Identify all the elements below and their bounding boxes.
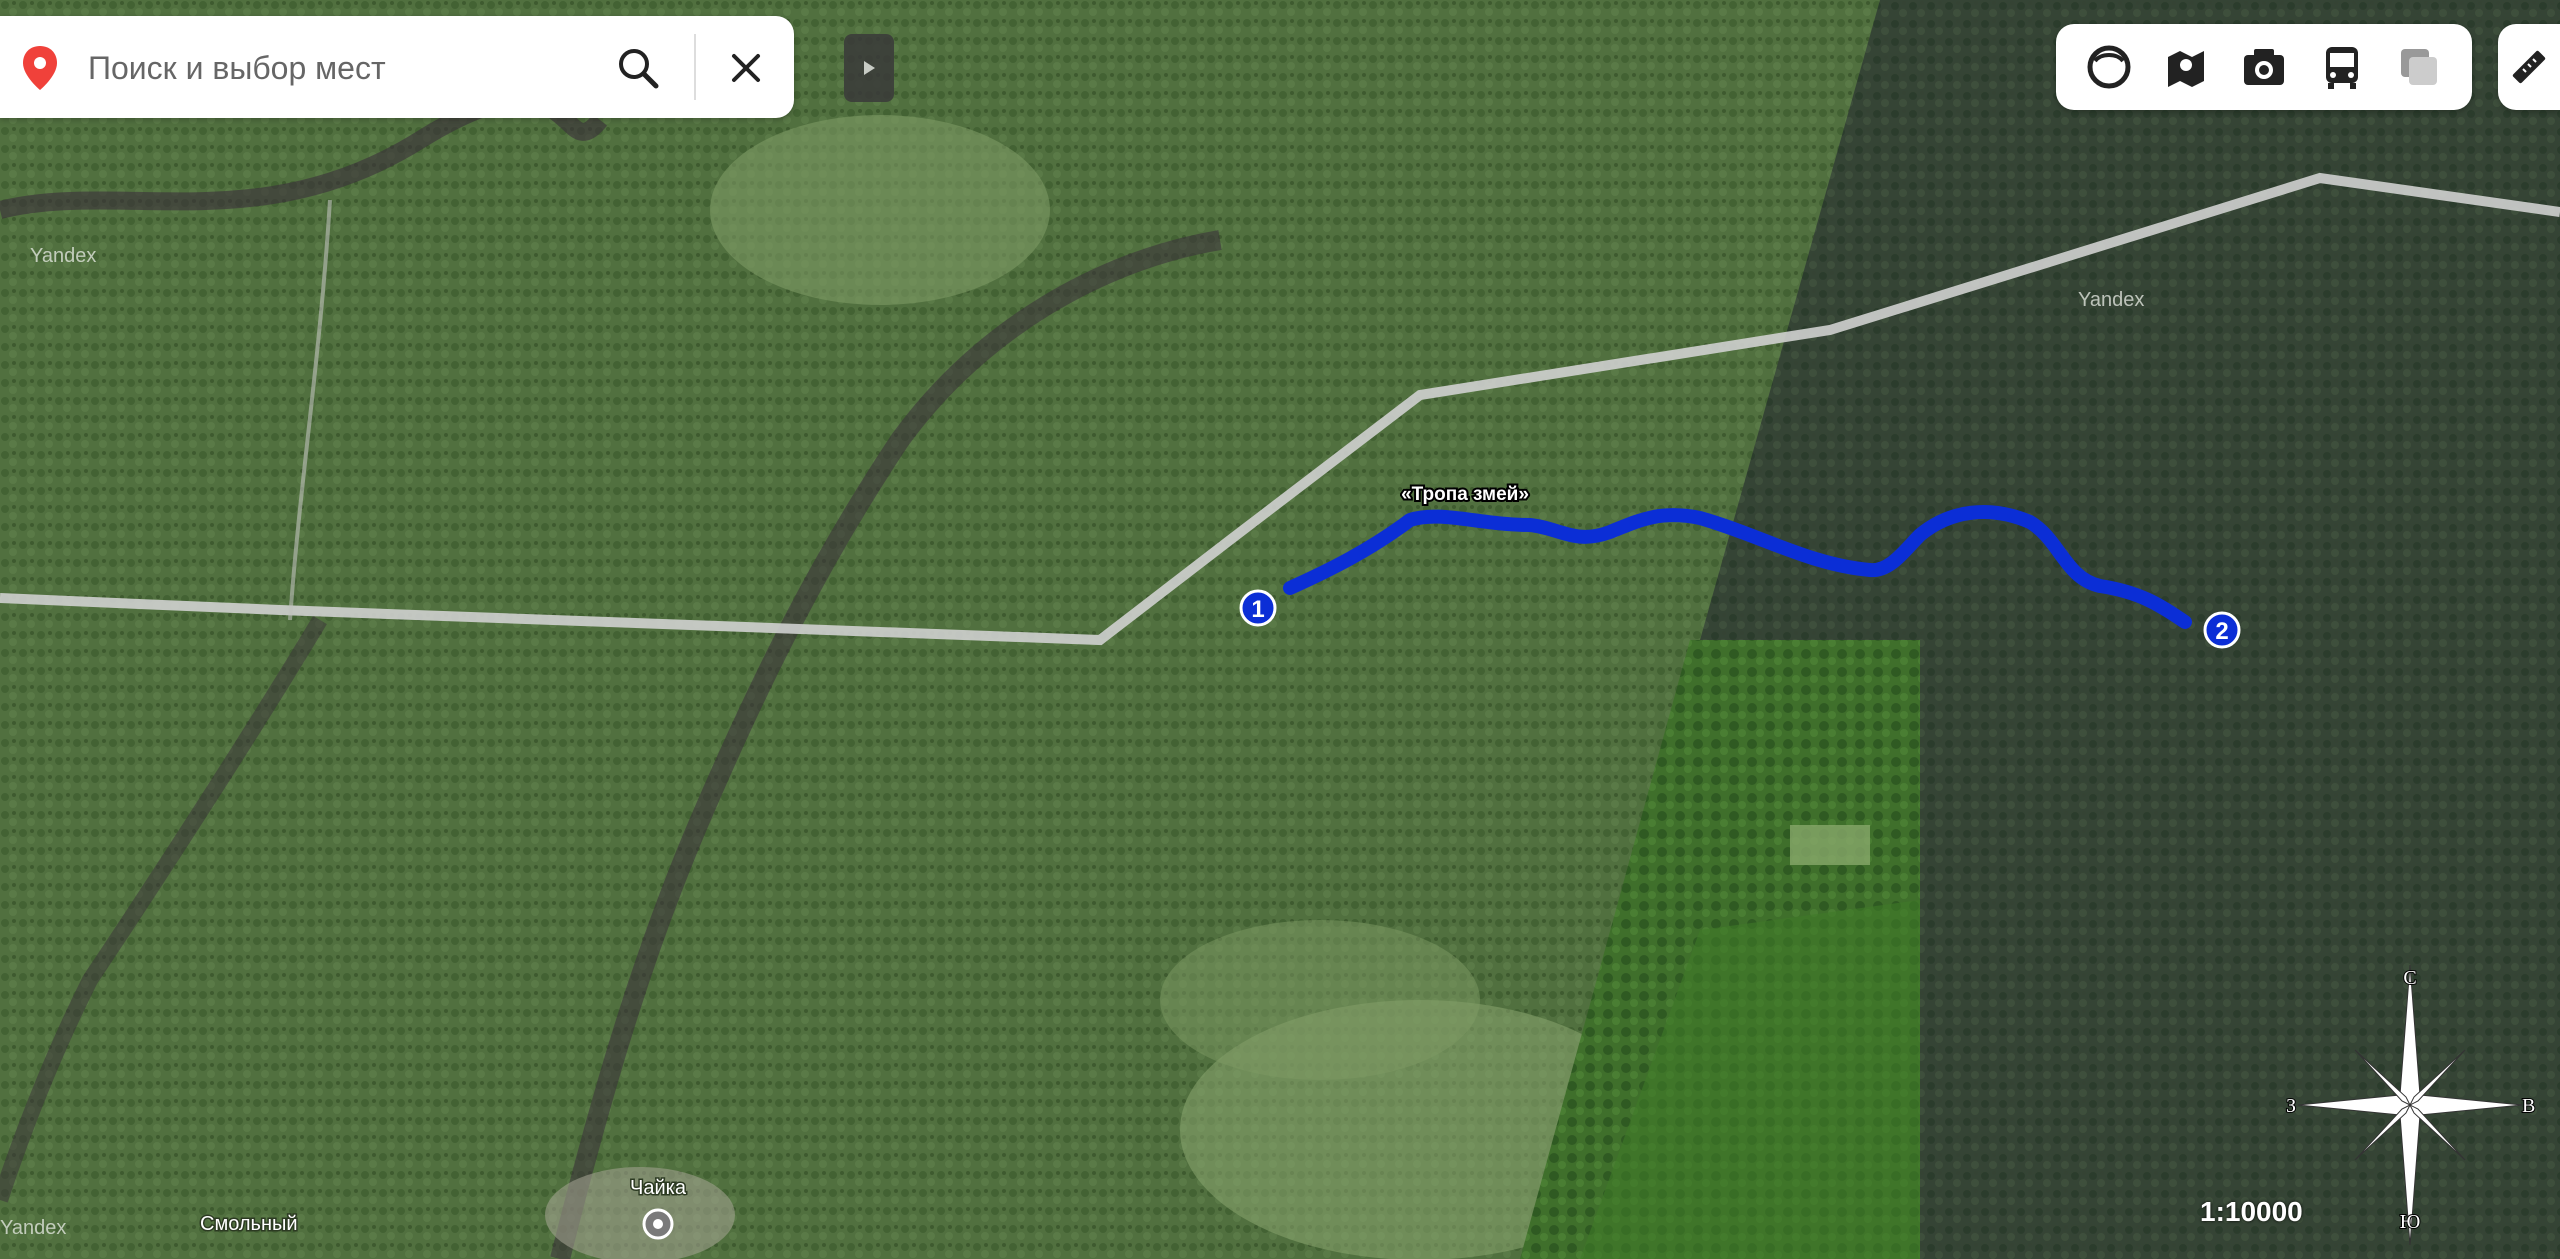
compass-east: В (2522, 1095, 2535, 1117)
watermark: Yandex (0, 1217, 66, 1239)
place-label-smolny[interactable]: Смольный (199, 1212, 300, 1237)
map-scale: 1:10000 (2200, 1196, 2303, 1227)
place-poi-chayka[interactable]: Чайка (545, 1167, 735, 1259)
search-button[interactable] (610, 42, 666, 94)
place-label-chayka: Чайка (630, 1177, 687, 1199)
clearing (710, 115, 1050, 305)
play-arrow-icon (864, 61, 875, 75)
divider (694, 34, 696, 100)
compass-west: З (2286, 1095, 2296, 1117)
photo-icon (2243, 49, 2284, 85)
transit-icon (2325, 47, 2358, 89)
traffic-icon (2401, 49, 2438, 85)
transit-button[interactable] (2312, 37, 2372, 97)
clearing (1160, 920, 1480, 1080)
watermark: Yandex (2078, 289, 2144, 311)
ruler-button[interactable] (2498, 24, 2560, 110)
photos-button[interactable] (2234, 37, 2294, 97)
route-title: «Тропа змей» (1401, 484, 1529, 505)
ruler-icon (2512, 50, 2546, 84)
panorama-icon (2087, 45, 2131, 89)
compass-rose: С Ю З В (2285, 964, 2536, 1246)
route-end-label: 2 (2215, 618, 2228, 645)
compass-north: С (2403, 967, 2416, 989)
satellite-map[interactable]: 1 2 «Тропа змей» Yandex Yandex Yandex См… (0, 0, 2560, 1259)
route-start-label: 1 (1251, 596, 1264, 623)
search-panel (0, 16, 794, 118)
traffic-button[interactable] (2389, 37, 2449, 97)
watermark: Yandex (30, 245, 96, 267)
clear-search-button[interactable] (718, 42, 774, 94)
clearing (1790, 825, 1870, 865)
compass-south: Ю (2400, 1211, 2421, 1233)
map-layers-button[interactable] (2156, 37, 2216, 97)
route-start-marker[interactable]: 1 (1239, 589, 1277, 627)
route-end-marker[interactable]: 2 (2203, 611, 2241, 649)
expand-sidebar-button[interactable] (844, 34, 894, 102)
search-icon (619, 49, 659, 89)
panorama-button[interactable] (2079, 37, 2139, 97)
search-input[interactable] (86, 38, 610, 98)
map-layers-icon (2168, 51, 2205, 87)
close-icon (732, 54, 760, 82)
map-layers-panel (2056, 24, 2472, 110)
location-pin-icon (23, 46, 57, 90)
